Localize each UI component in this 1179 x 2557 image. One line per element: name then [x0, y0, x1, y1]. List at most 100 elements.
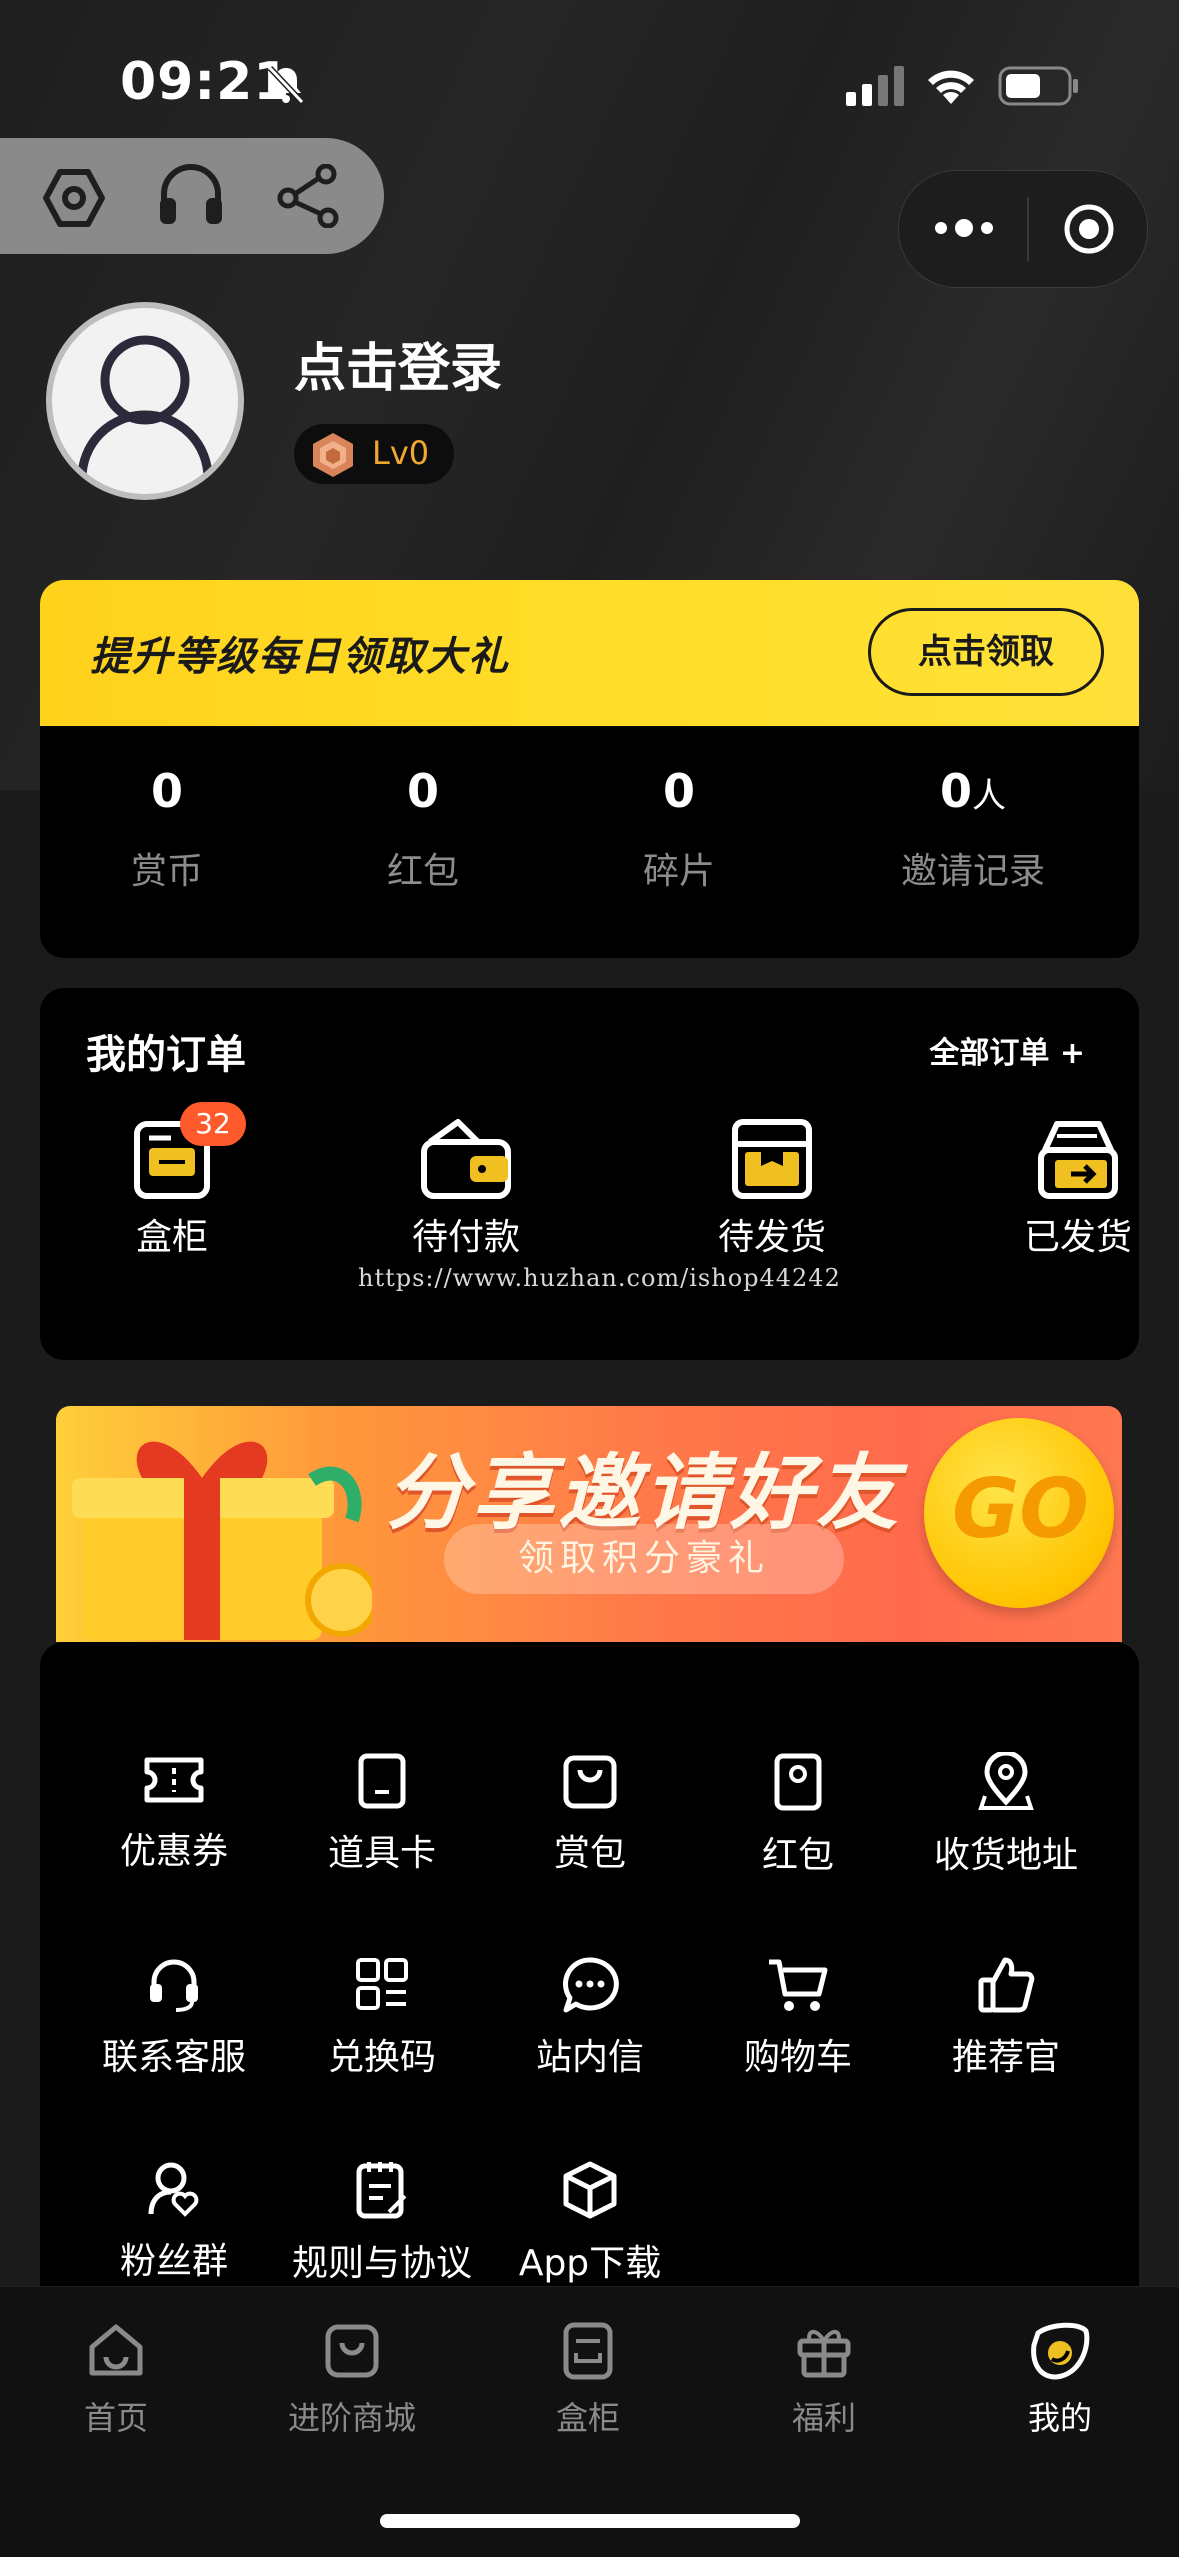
stat-value: 0 — [150, 764, 183, 818]
service-coupon[interactable]: 优惠券 — [70, 1752, 278, 1874]
service-label: 赏包 — [553, 1833, 626, 1874]
service-rules[interactable]: 规则与协议 — [278, 2160, 486, 2286]
red-packet-icon — [774, 1753, 822, 1811]
cube-icon — [563, 2161, 617, 2219]
service-label: 粉丝群 — [119, 2241, 228, 2282]
level-gem-icon — [313, 433, 353, 477]
cellular-signal-icon — [846, 66, 904, 106]
tab-label: 福利 — [791, 2399, 856, 2437]
quick-actions-pill — [0, 138, 384, 254]
thumbs-up-icon — [978, 1957, 1035, 2013]
user-silhouette-icon — [77, 335, 213, 479]
order-shipped[interactable]: 已发货 — [988, 1116, 1168, 1260]
invite-subtitle: 领取积分豪礼 — [444, 1524, 844, 1594]
tab-welfare[interactable]: 福利 — [724, 2321, 924, 2439]
stat-label: 赏币 — [130, 851, 203, 892]
stat-label: 红包 — [386, 851, 459, 892]
stats-row: 0 赏币 0 红包 0 碎片 0人 邀请记录 — [40, 726, 1139, 958]
orders-title: 我的订单 — [86, 1032, 246, 1078]
service-label: 红包 — [761, 1835, 834, 1876]
shipped-icon — [1038, 1121, 1118, 1199]
all-orders-link[interactable]: 全部订单 + — [929, 1028, 1085, 1072]
level-text: Lv0 — [372, 434, 430, 472]
card-icon — [358, 1753, 406, 1809]
headset-icon — [150, 1959, 198, 2012]
service-label: App下载 — [518, 2243, 662, 2284]
tab-shop[interactable]: 进阶商城 — [252, 2321, 452, 2439]
cabinet-icon — [563, 2322, 613, 2380]
service-address[interactable]: 收货地址 — [902, 1752, 1110, 1878]
order-cabinet[interactable]: 32 盒柜 — [82, 1102, 262, 1260]
gift-box-illustration — [72, 1441, 372, 1640]
home-indicator[interactable] — [380, 2514, 800, 2528]
services-card: 优惠券 道具卡 赏包 红包 收货地址 联系客服 兑换码 站内信 购物车 推荐官 … — [40, 1642, 1139, 2292]
headset-icon[interactable] — [156, 164, 226, 228]
order-label: 已发货 — [1023, 1217, 1132, 1258]
service-cart[interactable]: 购物车 — [694, 1956, 902, 2080]
stat-value: 0 — [406, 764, 439, 818]
go-button[interactable]: GO — [924, 1418, 1114, 1608]
tab-label: 首页 — [83, 2399, 148, 2437]
settings-icon[interactable] — [40, 168, 108, 228]
miniprogram-capsule — [898, 170, 1148, 288]
home-icon — [89, 2324, 143, 2376]
wifi-icon — [928, 70, 974, 104]
stat-fragments[interactable]: 0 碎片 — [564, 726, 794, 894]
service-fan-group[interactable]: 粉丝群 — [70, 2160, 278, 2284]
battery-icon — [998, 66, 1078, 106]
service-label: 兑换码 — [327, 2037, 436, 2078]
service-label: 规则与协议 — [291, 2243, 472, 2284]
service-red-packet[interactable]: 红包 — [694, 1752, 902, 1878]
stat-label: 碎片 — [642, 851, 715, 892]
close-target-icon[interactable] — [1063, 203, 1115, 255]
service-customer-support[interactable]: 联系客服 — [70, 1956, 278, 2080]
orders-card: 我的订单 全部订单 + 32 盒柜 待付款 待发货 已发货 — [40, 988, 1139, 1360]
login-prompt[interactable]: 点击登录 — [294, 326, 502, 401]
qrcode-icon — [356, 1958, 408, 2010]
box-icon — [732, 1119, 812, 1199]
service-redeem-code[interactable]: 兑换码 — [278, 1956, 486, 2080]
stat-label: 邀请记录 — [900, 851, 1045, 892]
shop-icon — [325, 2324, 379, 2378]
order-pending-shipment[interactable]: 待发货 — [682, 1116, 862, 1260]
tab-label: 盒柜 — [555, 2399, 620, 2437]
cart-icon — [769, 1959, 828, 2011]
service-label: 收货地址 — [933, 1835, 1078, 1876]
fans-icon — [148, 2162, 199, 2217]
service-label: 购物车 — [743, 2037, 852, 2078]
service-label: 推荐官 — [951, 2037, 1060, 2078]
gift-icon — [797, 2330, 851, 2378]
stat-unit: 人 — [972, 776, 1006, 816]
order-pending-payment[interactable]: 待付款 — [376, 1116, 556, 1260]
wallet-icon — [421, 1119, 511, 1199]
avatar[interactable] — [46, 302, 244, 500]
mute-bell-icon — [267, 65, 305, 105]
more-dots-icon[interactable] — [933, 213, 995, 243]
tab-cabinet[interactable]: 盒柜 — [488, 2321, 688, 2439]
service-prop-card[interactable]: 道具卡 — [278, 1752, 486, 1876]
service-recommender[interactable]: 推荐官 — [902, 1956, 1110, 2080]
stat-red-packets[interactable]: 0 红包 — [308, 726, 538, 894]
location-icon — [978, 1752, 1034, 1810]
service-inbox[interactable]: 站内信 — [486, 1956, 694, 2080]
profile-icon — [1031, 2322, 1090, 2380]
cabinet-count-badge: 32 — [180, 1102, 246, 1146]
watermark-url: https://www.huzhan.com/ishop44242 — [358, 1264, 841, 1292]
coupon-icon — [144, 1757, 204, 1803]
share-icon[interactable] — [276, 164, 342, 228]
claim-button[interactable]: 点击领取 — [868, 608, 1104, 696]
service-label: 道具卡 — [327, 1833, 436, 1874]
service-label: 站内信 — [535, 2037, 644, 2078]
stat-value: 0 — [662, 764, 695, 818]
tab-profile[interactable]: 我的 — [960, 2321, 1160, 2439]
order-label: 待发货 — [717, 1217, 826, 1258]
service-app-download[interactable]: App下载 — [486, 2160, 694, 2286]
stat-coins[interactable]: 0 赏币 — [52, 726, 282, 894]
tab-label: 我的 — [1027, 2399, 1092, 2437]
service-reward-bag[interactable]: 赏包 — [486, 1752, 694, 1876]
stat-invites[interactable]: 0人 邀请记录 — [858, 726, 1088, 894]
level-badge[interactable]: Lv0 — [294, 424, 454, 484]
level-banner: 提升等级每日领取大礼 点击领取 — [40, 580, 1139, 726]
invite-banner[interactable]: 分享邀请好友 领取积分豪礼 GO — [56, 1406, 1122, 1642]
tab-home[interactable]: 首页 — [16, 2321, 216, 2439]
